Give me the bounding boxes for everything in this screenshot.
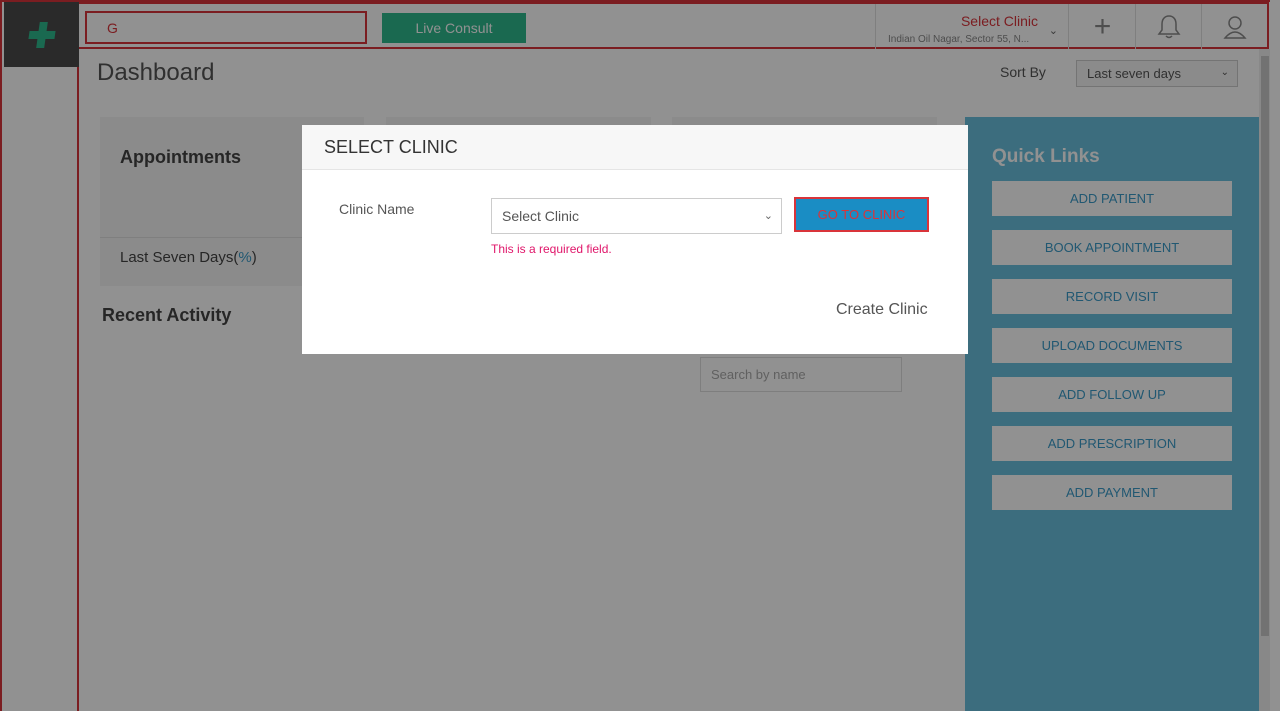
chevron-down-icon: ⌄ <box>763 210 773 222</box>
create-clinic-link[interactable]: Create Clinic <box>836 301 928 319</box>
go-to-clinic-button[interactable]: GO TO CLINIC <box>794 197 929 232</box>
clinic-name-select[interactable]: Select Clinic ⌄ <box>491 198 782 234</box>
required-field-error: This is a required field. <box>491 242 612 256</box>
modal-backdrop[interactable] <box>0 0 1280 711</box>
select-clinic-modal: SELECT CLINIC Clinic Name Select Clinic … <box>302 125 968 354</box>
clinic-name-label: Clinic Name <box>339 201 415 217</box>
modal-header: SELECT CLINIC <box>302 125 968 170</box>
clinic-select-value: Select Clinic <box>502 208 580 224</box>
modal-title: SELECT CLINIC <box>324 137 458 157</box>
